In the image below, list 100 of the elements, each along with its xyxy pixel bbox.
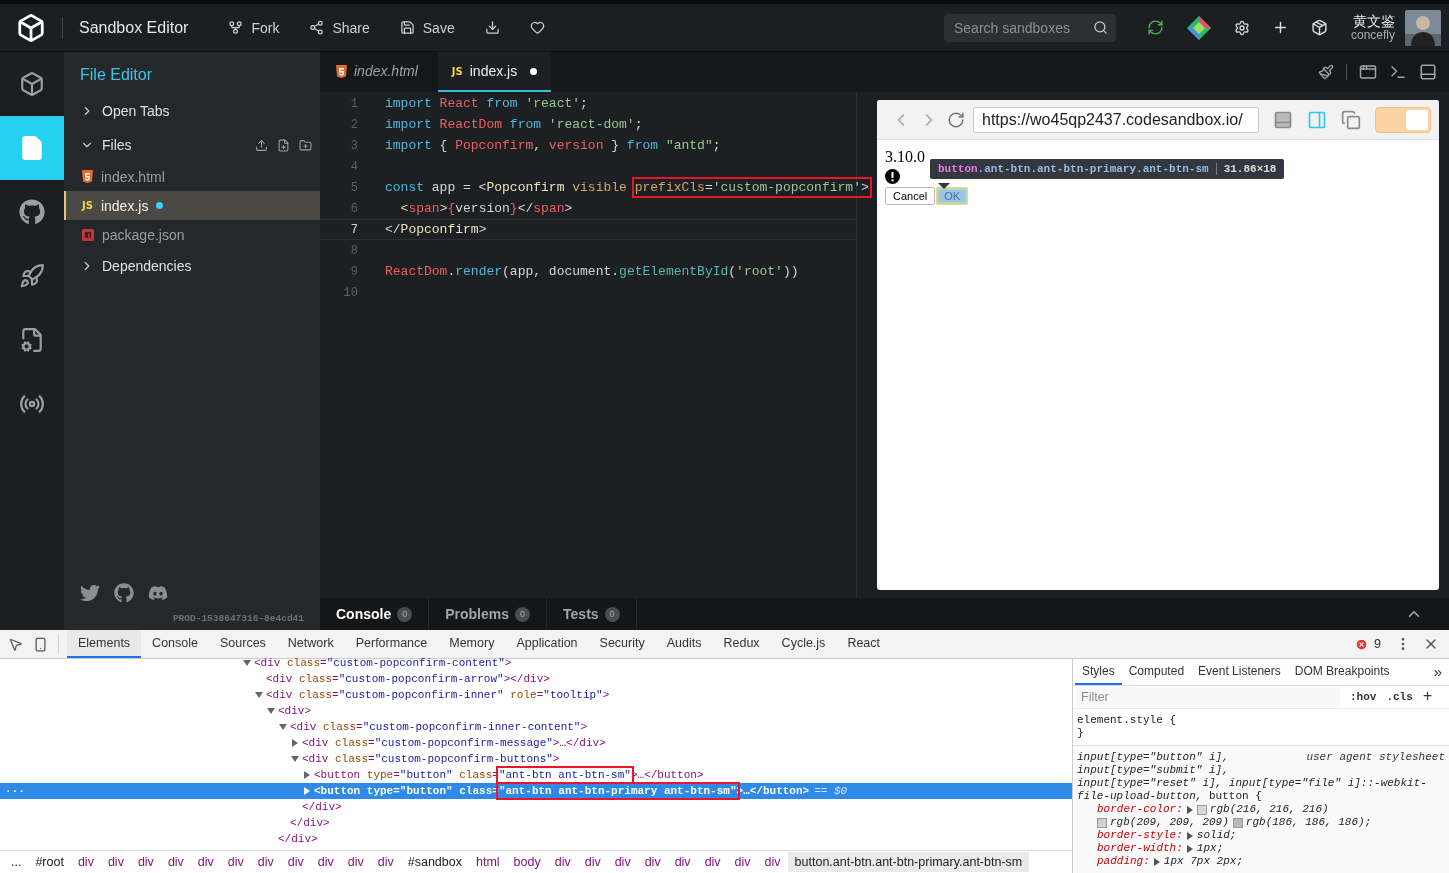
layout-icon[interactable]: [1419, 63, 1437, 81]
expand-triangle-icon[interactable]: [1153, 857, 1160, 866]
dom-tree-row[interactable]: <div class="custom-popconfirm-inner" role="tooltip">: [0, 687, 1072, 703]
breadcrumb[interactable]: div: [667, 852, 698, 872]
settings-icon[interactable]: [1233, 19, 1250, 36]
breadcrumb[interactable]: div: [130, 852, 161, 872]
package-icon[interactable]: [1310, 19, 1328, 36]
breadcrumb[interactable]: div: [547, 852, 578, 872]
devtools-tab[interactable]: Security: [588, 630, 656, 658]
triangle-right-icon[interactable]: [303, 787, 311, 795]
breadcrumb[interactable]: div: [160, 852, 191, 872]
devtools-tab[interactable]: Sources: [209, 630, 277, 658]
breadcrumb[interactable]: div: [370, 852, 401, 872]
devtools-tab[interactable]: Performance: [344, 630, 439, 658]
triangle-down-icon[interactable]: [267, 707, 275, 715]
devtools-tab[interactable]: Network: [276, 630, 345, 658]
breadcrumb[interactable]: div: [727, 852, 758, 872]
github-icon[interactable]: [114, 583, 134, 603]
triangle-down-icon[interactable]: [291, 755, 299, 763]
terminal-icon[interactable]: [1389, 63, 1407, 81]
triangle-down-icon[interactable]: [243, 659, 251, 667]
file-item[interactable]: package.json: [64, 220, 320, 249]
editor-tab[interactable]: JS index.js: [437, 52, 552, 92]
styles-tab[interactable]: Event Listeners: [1191, 659, 1288, 685]
filter-field[interactable]: Filter: [1076, 687, 1340, 707]
device-icon[interactable]: [33, 636, 48, 652]
dom-tree-row[interactable]: <div class="custom-popconfirm-buttons">: [0, 751, 1072, 767]
dom-tree-row[interactable]: <div class="custom-popconfirm-content">: [0, 655, 1072, 671]
file-item[interactable]: JS index.js: [64, 191, 320, 220]
style-toggle[interactable]: :hov: [1350, 691, 1377, 703]
dom-tree-row[interactable]: <div class="custom-popconfirm-message">…</div>: [0, 735, 1072, 751]
toolbar-button[interactable]: Save: [395, 15, 459, 40]
devtools-tab[interactable]: React: [836, 630, 892, 658]
styles-tab[interactable]: Styles: [1075, 659, 1122, 685]
color-swatch[interactable]: [1232, 817, 1243, 828]
twitter-icon[interactable]: [80, 583, 100, 603]
breadcrumb[interactable]: div: [340, 852, 371, 872]
expand-triangle-icon[interactable]: [1186, 805, 1193, 814]
windows-icon[interactable]: [1341, 109, 1361, 130]
search-input[interactable]: Search sandboxes: [951, 18, 1093, 37]
row-menu[interactable]: ...: [5, 783, 25, 795]
file-gear-icon[interactable]: [19, 327, 45, 353]
breadcrumb[interactable]: div: [577, 852, 608, 872]
triangle-down-icon[interactable]: [279, 723, 287, 731]
breadcrumb[interactable]: #sandbox: [400, 852, 469, 872]
devtools-tab[interactable]: Elements: [67, 630, 142, 658]
devtools-tab[interactable]: Audits: [655, 630, 713, 658]
style-toggle[interactable]: +: [1422, 688, 1433, 706]
toggle-switch[interactable]: [1375, 106, 1431, 133]
dom-tree-row[interactable]: <div class="custom-popconfirm-inner-content">: [0, 719, 1072, 735]
error-count[interactable]: 9: [1374, 637, 1381, 651]
breadcrumb[interactable]: html: [468, 852, 507, 872]
devtools-tab[interactable]: Console: [141, 630, 209, 658]
breadcrumb[interactable]: button.ant-btn.ant-btn-primary.ant-btn-sm: [787, 852, 1030, 872]
upload-icon[interactable]: [255, 138, 268, 152]
breadcrumb[interactable]: div: [100, 852, 131, 872]
style-toggle[interactable]: .cls: [1386, 691, 1413, 703]
inspect-icon[interactable]: [8, 636, 23, 652]
search-icon[interactable]: [1092, 20, 1108, 35]
breadcrumb[interactable]: div: [637, 852, 668, 872]
dom-tree-row[interactable]: </div>: [0, 831, 1072, 847]
styles-tab[interactable]: DOM Breakpoints: [1287, 659, 1397, 685]
file-item[interactable]: index.html: [64, 162, 320, 191]
breadcrumb[interactable]: div: [190, 852, 221, 872]
breadcrumb[interactable]: div: [250, 852, 281, 872]
toolbar-button[interactable]: Share: [305, 15, 374, 40]
discord-icon[interactable]: [148, 583, 168, 603]
search-field[interactable]: Search sandboxes: [943, 13, 1116, 42]
devtools-tab[interactable]: Memory: [438, 630, 506, 658]
editor-tab[interactable]: index.html: [322, 52, 432, 92]
breadcrumb[interactable]: div: [220, 852, 251, 872]
devtools-tab[interactable]: Application: [505, 630, 589, 658]
refresh-icon[interactable]: [1146, 19, 1164, 36]
more-tabs-button[interactable]: »: [1426, 659, 1449, 685]
triangle-right-icon[interactable]: [291, 739, 299, 747]
breadcrumb[interactable]: div: [70, 852, 101, 872]
dom-tree-row[interactable]: </div>: [0, 815, 1072, 831]
github-icon[interactable]: [19, 199, 45, 225]
color-swatch[interactable]: [1196, 804, 1207, 815]
breadcrumb[interactable]: div: [697, 852, 728, 872]
diamond-logo-icon[interactable]: [1185, 14, 1212, 41]
breadcrumb[interactable]: div: [280, 852, 311, 872]
popconfirm-button[interactable]: Cancel: [885, 187, 936, 205]
section-header[interactable]: Open Tabs: [102, 103, 170, 119]
dom-tree-row[interactable]: </div>: [0, 799, 1072, 815]
styles-tab[interactable]: Computed: [1121, 659, 1192, 685]
breadcrumb[interactable]: div: [310, 852, 341, 872]
dom-tree-row[interactable]: <div class="custom-popconfirm-arrow"></div>: [0, 671, 1072, 687]
rocket-icon[interactable]: [19, 263, 45, 289]
devtools-tab[interactable]: Cycle.js: [770, 630, 837, 658]
cube-icon[interactable]: [19, 71, 45, 97]
breadcrumb[interactable]: body: [506, 852, 548, 872]
devtools-tab[interactable]: Redux: [712, 630, 771, 658]
avatar[interactable]: [1405, 9, 1441, 46]
breadcrumb[interactable]: ...: [4, 852, 29, 872]
reload-icon[interactable]: [947, 110, 965, 129]
dom-tree-row[interactable]: <div>: [0, 703, 1072, 719]
breadcrumb[interactable]: #root: [28, 852, 71, 872]
cube-logo-icon[interactable]: [16, 12, 46, 43]
section-header[interactable]: Dependencies: [102, 258, 192, 274]
